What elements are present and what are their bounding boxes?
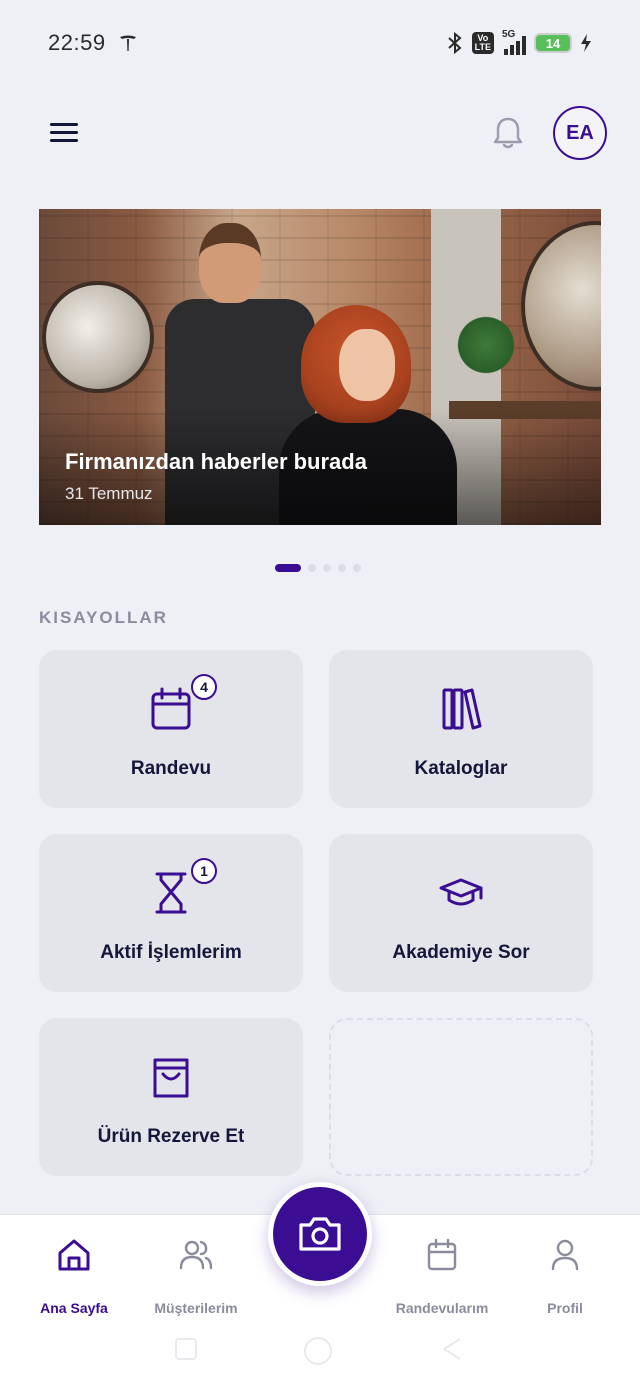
carousel-dot-2[interactable]: [308, 564, 316, 572]
shopping-bag-icon: [153, 1058, 189, 1098]
carousel-indicator: [275, 564, 361, 572]
shortcut-card-randevu[interactable]: 4 Randevu: [39, 650, 303, 808]
home-button-icon[interactable]: [302, 1335, 334, 1367]
carousel-dot-4[interactable]: [338, 564, 346, 572]
volte-icon: Vo LTE: [471, 32, 494, 54]
shortcut-label: Aktif İşlemlerim: [100, 942, 242, 963]
news-banner[interactable]: Firmanızdan haberler burada 31 Temmuz: [39, 209, 601, 525]
camera-icon: [299, 1217, 341, 1251]
system-navigation-bar: [0, 1335, 640, 1367]
section-title-shortcuts: KISAYOLLAR: [39, 608, 168, 627]
nav-label: Randevularım: [395, 1300, 489, 1316]
nav-label: Müşterilerim: [154, 1300, 238, 1316]
calendar-icon: [427, 1238, 457, 1271]
carousel-dot-5[interactable]: [353, 564, 361, 572]
nav-label: Ana Sayfa: [40, 1300, 108, 1316]
shortcut-card-akademiye-sor[interactable]: Akademiye Sor: [329, 834, 593, 992]
graduation-cap-icon: [439, 878, 483, 906]
user-icon: [551, 1239, 579, 1271]
battery-level: 14: [545, 35, 561, 51]
charging-icon: [581, 34, 591, 52]
shortcut-label: Ürün Rezerve Et: [97, 1126, 245, 1147]
nav-item-randevularim[interactable]: Randevularım: [382, 1237, 502, 1316]
banner-title: Firmanızdan haberler burada: [65, 449, 367, 474]
shortcut-label: Akademiye Sor: [392, 942, 530, 963]
carousel-dot-3[interactable]: [323, 564, 331, 572]
books-icon: [442, 688, 482, 730]
nav-item-ana-sayfa[interactable]: Ana Sayfa: [14, 1237, 134, 1316]
notification-badge: 1: [191, 858, 217, 884]
camera-button[interactable]: [268, 1182, 372, 1286]
shortcut-placeholder: [329, 1018, 593, 1176]
hamburger-menu-icon[interactable]: [46, 116, 82, 152]
hourglass-icon: [155, 872, 187, 914]
back-icon[interactable]: [438, 1335, 466, 1363]
users-icon: [179, 1240, 213, 1270]
carousel-dot-1[interactable]: [275, 564, 301, 572]
battery-icon: 14: [534, 33, 572, 53]
home-icon: [58, 1239, 90, 1271]
banner-plant: [453, 313, 519, 377]
calendar-icon: [151, 687, 191, 730]
top-app-bar: EA: [0, 100, 640, 166]
nav-item-musterilerim[interactable]: Müşterilerim: [136, 1237, 256, 1316]
banner-mirror-left: [42, 281, 154, 393]
bluetooth-icon: [447, 31, 462, 55]
nav-item-profil[interactable]: Profil: [505, 1237, 625, 1316]
shortcut-card-aktif-islemlerim[interactable]: 1 Aktif İşlemlerim: [39, 834, 303, 992]
nav-label: Profil: [547, 1300, 583, 1316]
shortcut-card-kataloglar[interactable]: Kataloglar: [329, 650, 593, 808]
recent-apps-icon[interactable]: [172, 1335, 200, 1363]
status-time: 22:59: [48, 30, 106, 55]
avatar-initials: EA: [566, 121, 594, 144]
notification-badge: 4: [191, 674, 217, 700]
shortcut-label: Kataloglar: [414, 758, 508, 779]
banner-date: 31 Temmuz: [65, 484, 153, 503]
shortcut-card-urun-rezerve-et[interactable]: Ürün Rezerve Et: [39, 1018, 303, 1176]
signal-icon: 5G: [502, 29, 526, 55]
network-type-label: 5G: [502, 29, 516, 40]
shortcut-label: Randevu: [130, 758, 212, 779]
bell-icon[interactable]: [490, 114, 526, 152]
status-bar: 22:59 Vo LTE 5G 14: [0, 0, 640, 86]
tesla-icon: [119, 35, 136, 51]
avatar[interactable]: EA: [553, 106, 607, 160]
